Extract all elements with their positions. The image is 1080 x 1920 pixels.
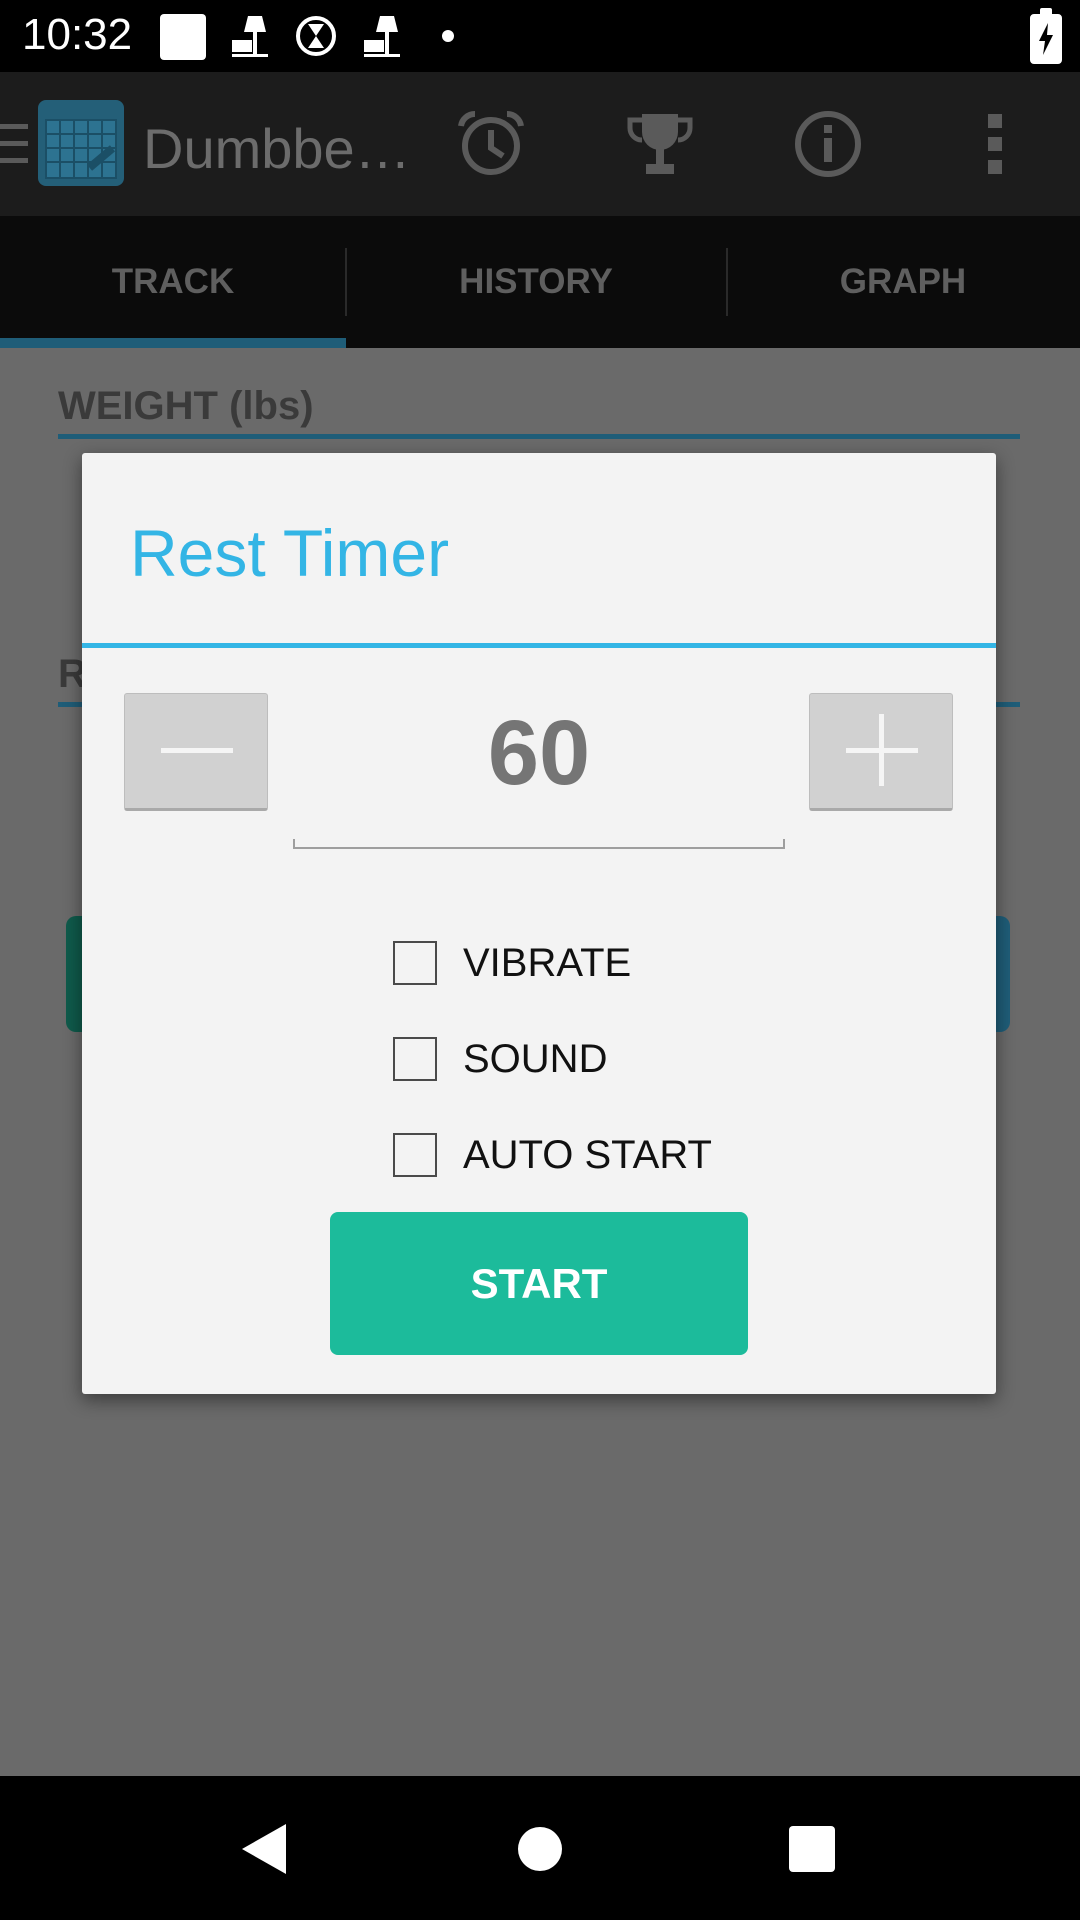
vibrate-option[interactable]: VIBRATE xyxy=(393,933,631,993)
lamp-icon xyxy=(364,16,400,57)
overflow-menu-icon[interactable] xyxy=(972,108,1020,180)
hourglass-icon xyxy=(296,16,336,56)
start-button[interactable]: START xyxy=(330,1212,748,1355)
recents-icon[interactable] xyxy=(785,1822,839,1876)
battery-charging-icon xyxy=(1030,8,1062,64)
tab-bar: TRACK HISTORY GRAPH xyxy=(0,216,1080,348)
minus-icon xyxy=(161,748,233,753)
auto-start-checkbox[interactable] xyxy=(393,1133,437,1177)
sound-label: SOUND xyxy=(463,1036,608,1081)
tab-graph-label: GRAPH xyxy=(839,262,967,301)
auto-start-option[interactable]: AUTO START xyxy=(393,1125,712,1185)
decrement-button[interactable] xyxy=(124,693,268,811)
rest-timer-dialog: Rest Timer 60 VIBRATE SOUND AUTO START S… xyxy=(82,453,996,1394)
tab-selected-indicator xyxy=(0,338,346,348)
tab-history-label: HISTORY xyxy=(459,262,613,301)
alarm-clock-icon[interactable] xyxy=(455,108,527,180)
tab-history[interactable]: HISTORY xyxy=(346,216,726,348)
weight-label: WEIGHT (lbs) xyxy=(58,384,314,428)
plus-icon-vertical xyxy=(879,714,884,786)
status-bar: 10:32 xyxy=(0,0,1080,72)
tab-graph[interactable]: GRAPH xyxy=(726,216,1080,348)
home-icon[interactable] xyxy=(513,1822,567,1876)
weight-underline xyxy=(58,434,1020,439)
vibrate-checkbox[interactable] xyxy=(393,941,437,985)
dialog-title: Rest Timer xyxy=(130,516,450,590)
sound-option[interactable]: SOUND xyxy=(393,1029,607,1089)
vibrate-label: VIBRATE xyxy=(463,940,632,985)
dialog-title-divider xyxy=(82,643,996,648)
trophy-icon[interactable] xyxy=(624,108,696,180)
app-title: Dumbbe… xyxy=(143,117,411,180)
tab-track[interactable]: TRACK xyxy=(0,216,346,348)
app-logo-icon xyxy=(38,100,124,186)
notification-square-icon xyxy=(160,14,206,60)
lamp-icon xyxy=(232,16,268,57)
back-icon[interactable] xyxy=(238,1822,292,1876)
auto-start-label: AUTO START xyxy=(463,1132,712,1177)
info-icon[interactable] xyxy=(792,108,864,180)
sound-checkbox[interactable] xyxy=(393,1037,437,1081)
drawer-menu-icon[interactable] xyxy=(0,122,30,166)
timer-value-input[interactable]: 60 xyxy=(293,689,785,817)
status-time: 10:32 xyxy=(22,10,133,59)
dot-icon xyxy=(442,30,454,42)
increment-button[interactable] xyxy=(809,693,953,811)
navigation-bar xyxy=(0,1776,1080,1920)
start-button-label: START xyxy=(470,1259,608,1307)
timer-value-underline xyxy=(293,839,785,849)
tab-track-label: TRACK xyxy=(111,262,235,301)
